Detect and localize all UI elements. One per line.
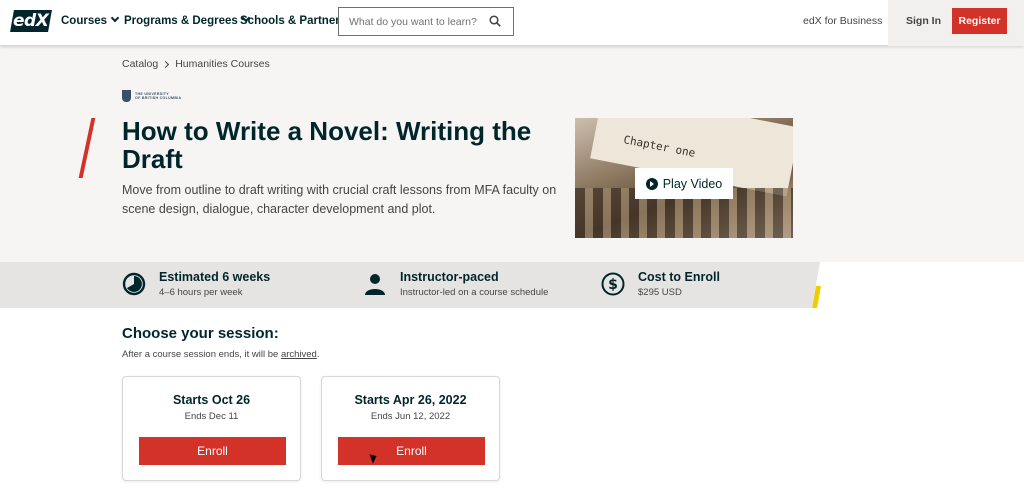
- stat-cost: $ Cost to Enroll $295 USD: [601, 270, 720, 298]
- breadcrumb-humanities[interactable]: Humanities Courses: [175, 58, 270, 70]
- clock-icon: [122, 272, 146, 296]
- breadcrumb-catalog[interactable]: Catalog: [122, 58, 158, 70]
- stat-subtitle: $295 USD: [638, 287, 682, 298]
- breadcrumb: Catalog Humanities Courses: [122, 58, 270, 70]
- session-end-date: Ends Dec 11: [184, 411, 239, 422]
- person-icon: [365, 274, 385, 295]
- search-box: [338, 7, 514, 36]
- institution-name: THE UNIVERSITY OF BRITISH COLUMBIA: [135, 91, 182, 100]
- archived-link[interactable]: archived: [281, 349, 317, 360]
- search-icon[interactable]: [489, 15, 501, 27]
- nav-programs-degrees[interactable]: Programs & Degrees: [124, 13, 251, 27]
- nav-schools-partners[interactable]: Schools & Partners: [240, 15, 346, 27]
- stat-title: Instructor-paced: [400, 270, 499, 284]
- play-video-label: Play Video: [662, 176, 723, 191]
- session-note: After a course session ends, it will be …: [122, 349, 320, 360]
- stat-subtitle: 4–6 hours per week: [159, 287, 243, 298]
- svg-text:$: $: [608, 277, 618, 293]
- nav-courses-label: Courses: [61, 15, 108, 27]
- site-header: edX Courses Programs & Degrees Schools &…: [0, 0, 1024, 46]
- crest-icon: [122, 90, 131, 102]
- sign-in-link[interactable]: Sign In: [906, 15, 941, 27]
- session-card: Starts Apr 26, 2022 Ends Jun 12, 2022 En…: [321, 376, 500, 481]
- edx-logo[interactable]: edX: [10, 10, 52, 32]
- stat-pacing: Instructor-paced Instructor-led on a cour…: [363, 270, 548, 298]
- play-icon: [645, 177, 658, 190]
- session-note-period: .: [316, 349, 320, 360]
- nav-courses[interactable]: Courses: [61, 13, 120, 27]
- nav-programs-label: Programs & Degrees: [124, 15, 238, 27]
- enroll-button[interactable]: Enroll: [139, 437, 286, 465]
- register-button[interactable]: Register: [952, 8, 1007, 34]
- nav-schools-label: Schools & Partners: [240, 15, 347, 27]
- session-start-date: Starts Apr 26, 2022: [354, 393, 467, 407]
- enroll-button[interactable]: Enroll: [338, 437, 485, 465]
- session-card: Starts Oct 26 Ends Dec 11 Enroll: [122, 376, 301, 481]
- logo-text: edX: [13, 11, 49, 31]
- stat-title: Cost to Enroll: [638, 270, 720, 284]
- dollar-icon: $: [601, 272, 625, 296]
- stat-duration: Estimated 6 weeks 4–6 hours per week: [122, 270, 270, 298]
- session-note-text: After a course session ends, it will be: [122, 349, 279, 360]
- chevron-right-icon: [162, 60, 170, 68]
- search-input[interactable]: [339, 8, 479, 35]
- play-video-button[interactable]: Play Video: [635, 168, 733, 199]
- session-start-date: Starts Oct 26: [172, 393, 251, 407]
- course-subtitle: Move from outline to draft writing with …: [122, 183, 557, 216]
- chevron-down-icon: [110, 13, 120, 23]
- edx-for-business-link[interactable]: edX for Business: [803, 15, 882, 27]
- course-title: How to Write a Novel: Writing the Draft: [122, 116, 532, 174]
- session-heading: Choose your session:: [122, 325, 279, 342]
- session-end-date: Ends Jun 12, 2022: [370, 411, 451, 422]
- stat-subtitle: Instructor-led on a course schedule: [400, 287, 549, 298]
- institution-logo[interactable]: THE UNIVERSITY OF BRITISH COLUMBIA: [122, 90, 195, 102]
- stat-title: Estimated 6 weeks: [159, 270, 271, 284]
